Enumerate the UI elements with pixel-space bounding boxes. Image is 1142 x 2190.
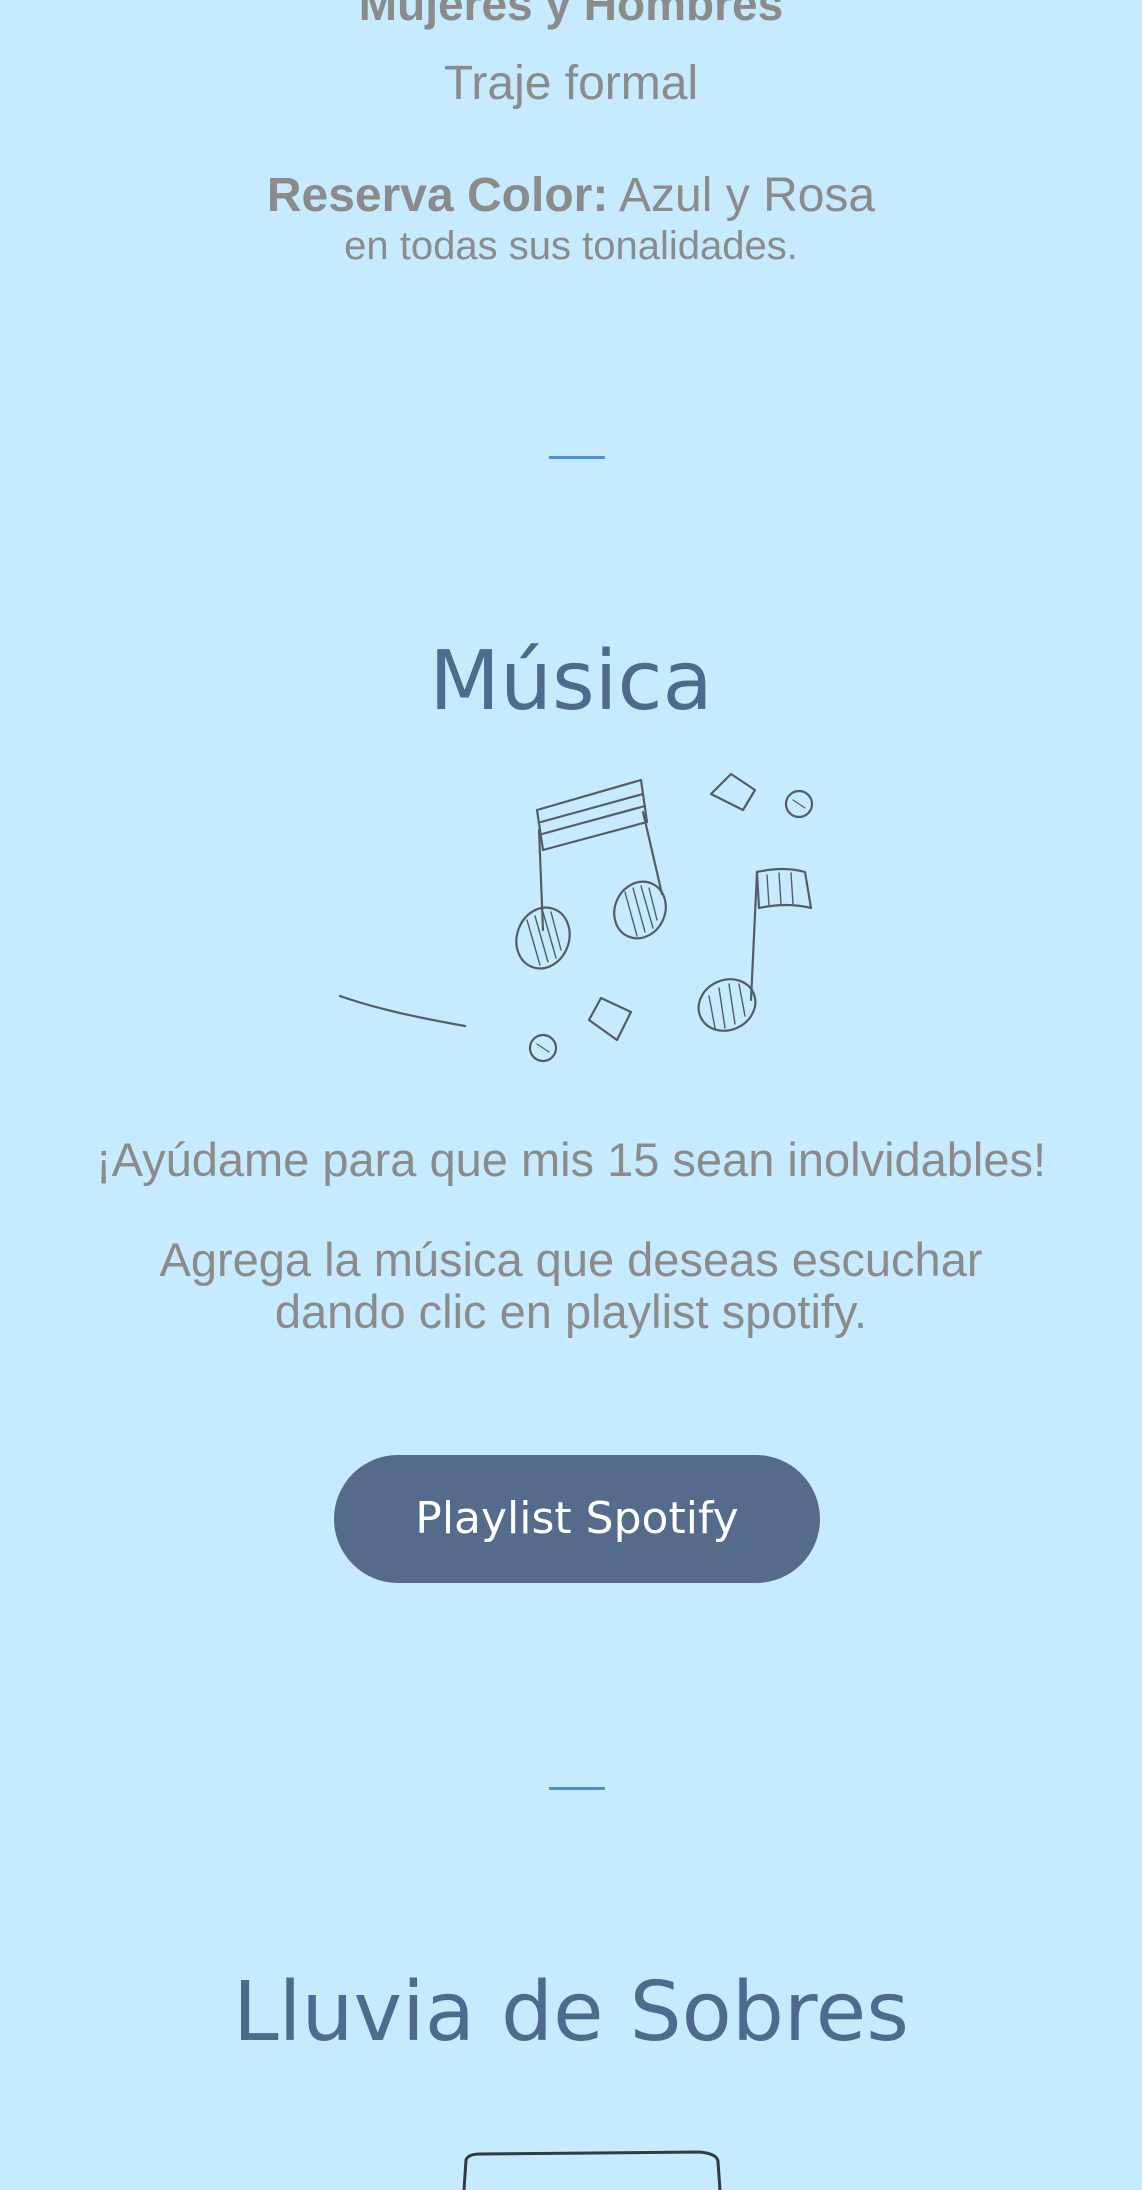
- music-help-text: ¡Ayúdame para que mis 15 sean inolvidabl…: [95, 1133, 1047, 1186]
- reserve-color-line1: Reserva Color: Azul y Rosa: [0, 168, 1142, 224]
- playlist-spotify-button[interactable]: Playlist Spotify: [334, 1455, 820, 1583]
- dress-code-subtitle: Traje formal: [443, 57, 699, 110]
- music-instructions: Agrega la música que deseas escuchar dan…: [0, 1234, 1142, 1338]
- music-instructions-line1: Agrega la música que deseas escuchar: [159, 1233, 983, 1286]
- section-divider: [549, 1787, 605, 1790]
- reserve-color-line2: en todas sus tonalidades.: [344, 224, 798, 260]
- dress-code-title: Mujeres y Hombres: [358, 0, 784, 30]
- reserve-color-label: Reserva Color:: [266, 169, 609, 222]
- envelope-sketch-icon: [462, 2150, 722, 2190]
- reserve-color-text: Reserva Color: Azul y Rosa en todas sus …: [0, 168, 1142, 260]
- music-notes-sketch-icon: [338, 772, 814, 1063]
- music-section-title: Música: [429, 634, 713, 729]
- section-divider: [549, 456, 605, 459]
- music-instructions-line2: dando clic en playlist spotify.: [274, 1285, 868, 1338]
- reserve-color-value: Azul y Rosa: [608, 169, 876, 222]
- envelopes-section-title: Lluvia de Sobres: [233, 1965, 909, 2060]
